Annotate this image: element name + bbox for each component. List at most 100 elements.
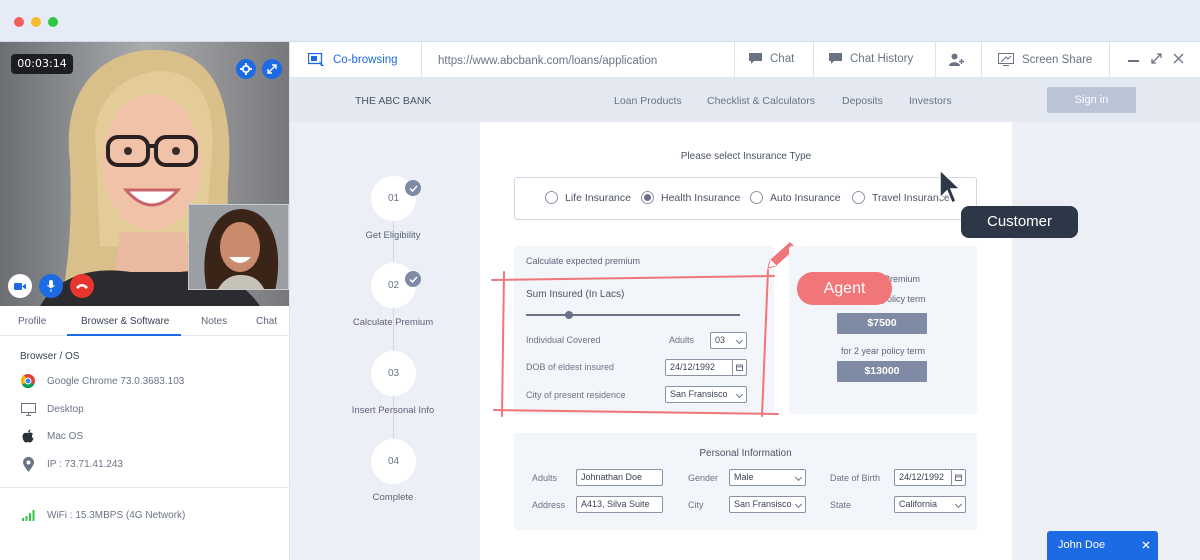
nav-loan-products[interactable]: Loan Products [614, 95, 682, 107]
term-2-label: for 2 year policy term [840, 346, 926, 356]
visitor-info-tabs: Profile Browser & Software Notes Chat [0, 306, 290, 336]
chat-label: Chat [770, 53, 795, 65]
browser-info-row: Google Chrome 73.0.3683.103 [20, 373, 184, 389]
chat-contact-name: John Doe [1058, 539, 1106, 551]
chat-history-label: Chat History [850, 53, 914, 65]
device-info-row: Desktop [20, 401, 84, 417]
fullscreen-icon[interactable] [1151, 53, 1162, 64]
close-icon[interactable] [1142, 541, 1150, 549]
calendar-icon [955, 474, 962, 481]
gender-select[interactable]: Male [729, 469, 806, 486]
url-text: https://www.abcbank.com/loans/applicatio… [438, 55, 658, 67]
chat-window-tab[interactable]: John Doe [1047, 531, 1158, 560]
check-icon [405, 271, 421, 287]
dob-label: Date of Birth [830, 473, 881, 483]
call-timer: 00:03:14 [11, 54, 73, 74]
add-user-icon [949, 53, 964, 66]
state-select[interactable]: California [894, 496, 966, 513]
hang-up-icon [76, 284, 88, 289]
radio-life-insurance[interactable]: Life Insurance [545, 191, 631, 204]
radio-auto-insurance[interactable]: Auto Insurance [750, 191, 841, 204]
ip-info-row: IP : 73.71.41.243 [20, 456, 123, 472]
customer-cursor-icon [939, 168, 962, 205]
apple-icon [22, 429, 34, 443]
camera-icon [14, 282, 26, 290]
agent-self-image [189, 205, 288, 289]
agent-annotation-box [491, 269, 779, 417]
adults-name-input[interactable]: Johnathan Doe [576, 469, 663, 486]
close-window-dot[interactable] [14, 17, 24, 27]
device-type: Desktop [47, 403, 84, 415]
cobrowse-icon [308, 53, 324, 66]
address-input[interactable]: A413, Silva Suite [576, 496, 663, 513]
call-settings-button[interactable] [236, 59, 256, 79]
close-icon[interactable] [1173, 53, 1184, 64]
cobrowse-toolbar: Co-browsing https://www.abcbank.com/loan… [290, 42, 1200, 78]
step-connector [393, 221, 394, 261]
window-title-bar [0, 0, 1200, 42]
minimize-window-dot[interactable] [31, 17, 41, 27]
nav-checklist-calculators[interactable]: Checklist & Calculators [707, 95, 815, 107]
nav-deposits[interactable]: Deposits [842, 95, 883, 107]
step-4-circle: 04 [371, 439, 416, 484]
screen-share-label: Screen Share [1022, 53, 1093, 66]
adults-name-label: Adults [532, 473, 558, 483]
tab-notes[interactable]: Notes [201, 316, 227, 327]
step-4-label: Complete [372, 492, 414, 503]
dob-input[interactable]: 24/12/1992 [894, 469, 966, 486]
screen-share-button[interactable]: Screen Share [998, 53, 1092, 66]
signal-icon [21, 509, 34, 521]
radio-health-insurance[interactable]: Health Insurance [641, 191, 740, 204]
location-icon [22, 456, 34, 472]
maximize-window-dot[interactable] [48, 17, 58, 27]
tab-browser-software[interactable]: Browser & Software [81, 316, 169, 327]
hang-up-button[interactable] [70, 274, 94, 298]
city-select[interactable]: San Fransisco [729, 496, 806, 513]
cobrowsing-tab[interactable]: Co-browsing [308, 53, 398, 67]
os-info-row: Mac OS [20, 428, 83, 444]
url-bar[interactable]: https://www.abcbank.com/loans/applicatio… [438, 55, 657, 67]
chrome-icon [21, 374, 35, 388]
calc-title: Calculate expected premium [526, 256, 641, 266]
desktop-icon [20, 402, 36, 416]
add-participant-button[interactable] [949, 53, 972, 66]
sign-in-button[interactable]: Sign in [1047, 87, 1136, 113]
microphone-toggle-button[interactable] [39, 274, 63, 298]
expand-icon [267, 64, 277, 74]
network-info-row: WiFi : 15.3MBPS (4G Network) [20, 507, 185, 523]
nav-investors[interactable]: Investors [909, 95, 952, 107]
state-label: State [830, 500, 852, 510]
personal-info-title: Personal Information [699, 448, 792, 459]
ip-address: IP : 73.71.41.243 [47, 458, 123, 470]
chat-button[interactable]: Chat [749, 53, 794, 65]
divider [0, 487, 290, 488]
camera-toggle-button[interactable] [8, 274, 32, 298]
microphone-icon [47, 280, 55, 292]
step-3-label: Insert Personal Info [351, 405, 435, 416]
self-view-video [188, 204, 289, 290]
settings-icon [240, 63, 252, 75]
active-tab-indicator [67, 334, 181, 336]
step-3-circle: 03 [371, 351, 416, 396]
os-name: Mac OS [47, 430, 84, 442]
bank-brand: THE ABC BANK [355, 95, 432, 107]
insurance-prompt: Please select Insurance Type [680, 151, 812, 162]
tab-chat[interactable]: Chat [256, 316, 277, 327]
chat-history-button[interactable]: Chat History [829, 53, 913, 65]
chat-history-icon [829, 53, 842, 64]
address-label: Address [532, 500, 566, 510]
browser-name: Google Chrome 73.0.3683.103 [47, 375, 185, 387]
screen-share-icon [998, 53, 1014, 66]
gender-label: Gender [688, 473, 719, 483]
check-icon [405, 180, 421, 196]
customer-cursor-tag: Customer [961, 206, 1078, 238]
tab-profile[interactable]: Profile [18, 316, 46, 327]
city-label: City [688, 500, 704, 510]
network-speed: WiFi : 15.3MBPS (4G Network) [47, 509, 186, 521]
price-1-button[interactable]: $7500 [837, 313, 927, 334]
minimize-icon[interactable] [1128, 60, 1139, 62]
expand-video-button[interactable] [262, 59, 282, 79]
step-2-label: Calculate Premium [352, 317, 434, 328]
step-connector [393, 396, 394, 438]
price-2-button[interactable]: $13000 [837, 361, 927, 382]
